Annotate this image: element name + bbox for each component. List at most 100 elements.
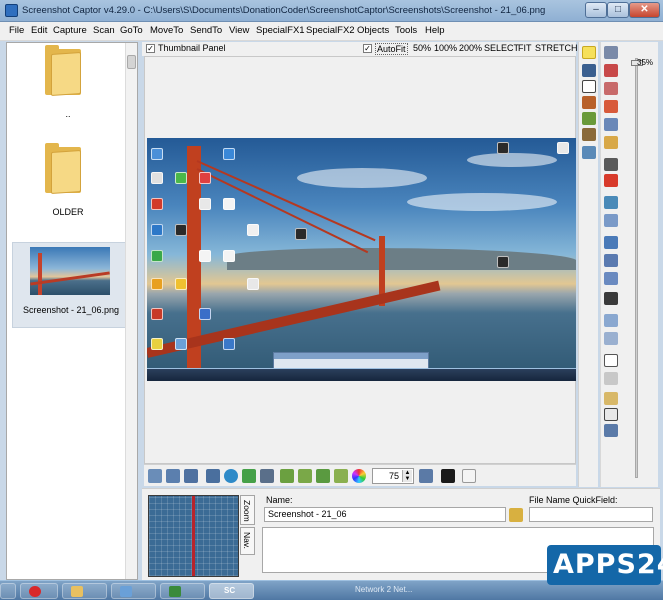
folder-icon[interactable] xyxy=(43,141,83,195)
screenshot-image[interactable] xyxy=(147,138,576,381)
crop-icon[interactable] xyxy=(604,100,618,113)
name-action-icon[interactable] xyxy=(509,508,523,522)
record-icon[interactable] xyxy=(604,174,618,187)
thumbnail-scrollbar[interactable] xyxy=(125,43,137,579)
note-icon[interactable] xyxy=(462,469,476,483)
crop-frame-icon[interactable] xyxy=(604,292,618,305)
select-window-icon[interactable] xyxy=(604,272,618,285)
cursor-icon[interactable] xyxy=(441,469,455,483)
folder-label-parent[interactable]: .. xyxy=(13,109,123,119)
text-tool-icon[interactable] xyxy=(582,80,596,93)
tab-nav[interactable]: Nav. xyxy=(240,527,255,555)
menu-edit[interactable]: Edit xyxy=(31,25,47,36)
menu-capture[interactable]: Capture xyxy=(53,25,87,36)
thumbnail-item-selected[interactable]: Screenshot - 21_06.png xyxy=(12,242,128,328)
list-icon[interactable] xyxy=(242,469,256,483)
name-field[interactable]: Screenshot - 21_06 xyxy=(264,507,506,522)
select-all-icon[interactable] xyxy=(604,254,618,267)
brush-tool-icon[interactable] xyxy=(582,96,596,109)
grid-red-icon[interactable] xyxy=(334,469,348,483)
image-viewer[interactable] xyxy=(144,56,576,464)
wand-icon[interactable] xyxy=(604,392,618,405)
screenshot-thumbnail[interactable] xyxy=(30,247,110,295)
grid-blue-icon[interactable] xyxy=(316,469,330,483)
resize-icon[interactable] xyxy=(604,118,618,131)
network-icon xyxy=(120,586,132,597)
thumbnail-panel-checkbox[interactable]: ✓ xyxy=(146,44,155,53)
close-button[interactable]: ✕ xyxy=(629,2,660,18)
link-icon[interactable] xyxy=(604,214,618,227)
menu-moveto[interactable]: MoveTo xyxy=(150,25,183,36)
grid-yellow-icon[interactable] xyxy=(298,469,312,483)
zoom-200-option[interactable]: 200% xyxy=(459,43,482,53)
spin-down-icon[interactable]: ▼ xyxy=(403,476,412,482)
pen-tool-icon[interactable] xyxy=(582,64,596,77)
taskbar-explorer[interactable] xyxy=(62,583,107,599)
minimize-button[interactable]: – xyxy=(585,2,607,18)
start-button[interactable] xyxy=(0,583,16,599)
fill-tool-icon[interactable] xyxy=(582,112,596,125)
menu-view[interactable]: View xyxy=(229,25,249,36)
zoom-stretch-option[interactable]: STRETCH xyxy=(535,43,578,53)
monitor-icon[interactable] xyxy=(604,196,618,209)
menu-scan[interactable]: Scan xyxy=(93,25,115,36)
taskbar-network[interactable] xyxy=(111,583,156,599)
menu-help[interactable]: Help xyxy=(425,25,445,36)
edit-icon[interactable] xyxy=(604,82,618,95)
menu-specialfx1[interactable]: SpecialFX1 xyxy=(256,25,305,36)
zoom-percent-input[interactable]: 75 ▲ ▼ xyxy=(372,468,414,484)
menu-file[interactable]: File xyxy=(9,25,24,36)
stamp-tool-icon[interactable] xyxy=(582,128,596,141)
scrollbar-thumb[interactable] xyxy=(127,55,136,69)
menu-sendto[interactable]: SendTo xyxy=(190,25,222,36)
tool-column xyxy=(578,42,598,487)
box-icon[interactable] xyxy=(604,354,618,367)
globe-icon[interactable] xyxy=(224,469,238,483)
color-wheel-icon[interactable] xyxy=(352,469,366,483)
triangle-icon[interactable] xyxy=(206,469,220,483)
shapes-icon[interactable] xyxy=(260,469,274,483)
folder-icon xyxy=(71,586,83,597)
save-icon[interactable] xyxy=(604,46,618,59)
image-tool-icon[interactable] xyxy=(582,146,596,159)
app-icon[interactable] xyxy=(5,4,18,17)
menu-objects[interactable]: Objects xyxy=(357,25,389,36)
zoom-100-option[interactable]: 100% xyxy=(434,43,457,53)
rotate-left-icon[interactable] xyxy=(148,469,162,483)
taskbar-screenshot-captor[interactable]: SC xyxy=(209,583,254,599)
print-icon[interactable] xyxy=(604,64,618,77)
menu-goto[interactable]: GoTo xyxy=(120,25,143,36)
select-region-icon[interactable] xyxy=(604,236,618,249)
grid-green-icon[interactable] xyxy=(280,469,294,483)
clipboard-icon[interactable] xyxy=(604,136,618,149)
mirror-icon[interactable] xyxy=(184,469,198,483)
navigator-preview[interactable] xyxy=(148,495,239,577)
shadow-icon[interactable] xyxy=(604,372,618,385)
rectangle-icon[interactable] xyxy=(604,314,618,327)
autofit-label[interactable]: AutoFit xyxy=(375,43,408,55)
menu-tools[interactable]: Tools xyxy=(395,25,417,36)
options-strip: ✓ Thumbnail Panel ✓ AutoFit 50% 100% 200… xyxy=(142,42,578,56)
quickfield-input[interactable] xyxy=(529,507,653,522)
highlight-tool-icon[interactable] xyxy=(582,46,596,59)
zoom-select-option[interactable]: SELECT xyxy=(484,43,519,53)
taskbar-app[interactable] xyxy=(160,583,205,599)
tab-zoom[interactable]: Zoom xyxy=(240,495,255,525)
maximize-button[interactable]: □ xyxy=(607,2,629,18)
zoom-50-option[interactable]: 50% xyxy=(413,43,431,53)
zoom-fit-option[interactable]: FIT xyxy=(518,43,532,53)
pointer-icon[interactable] xyxy=(604,408,618,421)
taskbar-opera[interactable] xyxy=(20,583,58,599)
eraser-icon[interactable] xyxy=(604,158,618,171)
autofit-checkbox[interactable]: ✓ xyxy=(363,44,372,53)
zoom-slider-track[interactable] xyxy=(635,58,638,478)
fit-window-icon[interactable] xyxy=(419,469,433,483)
folder-icon[interactable] xyxy=(43,43,83,97)
grid-icon[interactable] xyxy=(604,424,618,437)
menu-specialfx2[interactable]: SpecialFX2 xyxy=(306,25,355,36)
folder-label-older[interactable]: OLDER xyxy=(13,207,123,217)
thumbnail-panel-label[interactable]: Thumbnail Panel xyxy=(158,43,226,53)
flip-icon[interactable] xyxy=(166,469,180,483)
zoom-spinner[interactable]: ▲ ▼ xyxy=(402,470,412,482)
frame-icon[interactable] xyxy=(604,332,618,345)
